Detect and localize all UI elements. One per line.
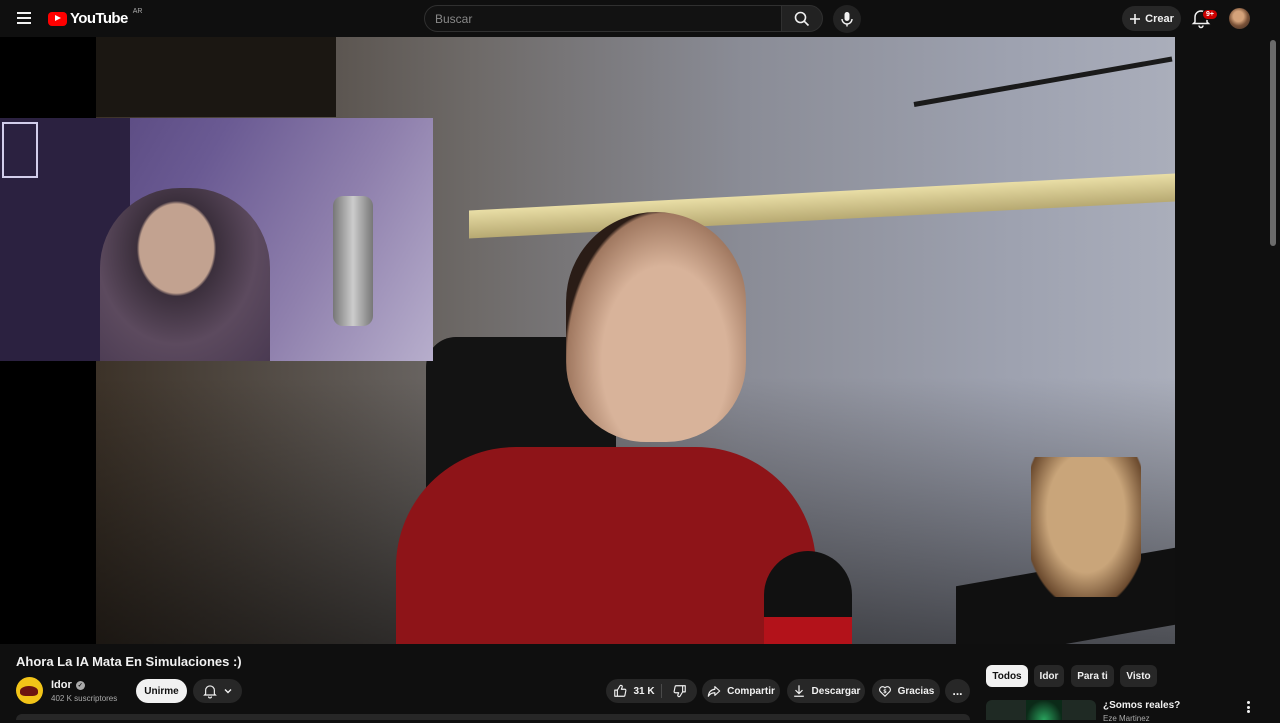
share-button[interactable]: Compartir — [702, 679, 780, 703]
video-person — [566, 212, 746, 442]
video-background-detail — [96, 37, 336, 117]
youtube-logo[interactable]: YouTube AR — [48, 8, 143, 27]
like-button[interactable]: 31 K — [606, 679, 662, 703]
download-icon — [793, 685, 804, 697]
plus-icon — [1130, 13, 1141, 24]
more-vert-icon[interactable] — [1242, 700, 1254, 714]
mic-icon — [841, 12, 853, 27]
video-background-detail — [764, 617, 852, 644]
notifications-badge: 9+ — [1202, 9, 1218, 20]
facecam-overlay — [0, 118, 433, 361]
thanks-button[interactable]: $ Gracias — [872, 679, 940, 703]
chip-idor[interactable]: Idor — [1034, 665, 1064, 687]
more-actions-button[interactable]: ... — [945, 679, 970, 703]
join-button[interactable]: Unirme — [136, 679, 187, 703]
video-background-detail — [1031, 457, 1141, 597]
facecam-detail — [333, 196, 373, 326]
page-scrollbar[interactable] — [1270, 40, 1276, 246]
subscriber-count: 402 K suscriptores — [51, 694, 118, 703]
search-input[interactable] — [424, 5, 782, 32]
chevron-down-icon — [224, 689, 232, 694]
download-button[interactable]: Descargar — [787, 679, 865, 703]
voice-search-button[interactable] — [833, 5, 861, 33]
top-bar: YouTube AR Crear 9+ — [0, 0, 1280, 37]
search-button[interactable] — [781, 5, 823, 32]
channel-avatar[interactable] — [16, 677, 43, 704]
chip-para-ti[interactable]: Para ti — [1071, 665, 1114, 687]
like-count: 31 K — [633, 685, 655, 697]
thanks-icon: $ — [878, 686, 891, 697]
dislike-button[interactable] — [662, 679, 697, 703]
create-label: Crear — [1145, 12, 1174, 25]
chip-visto[interactable]: Visto — [1120, 665, 1157, 687]
recommendation-title[interactable]: ¿Somos reales? — [1103, 700, 1180, 711]
subscription-notifications-button[interactable] — [193, 679, 242, 703]
youtube-logo-icon — [48, 11, 67, 26]
menu-icon[interactable] — [12, 6, 36, 30]
verified-icon: ✓ — [75, 680, 85, 690]
channel-name: Idor — [51, 679, 72, 691]
share-label: Compartir — [727, 685, 775, 697]
more-horiz-icon: ... — [952, 684, 963, 698]
description-box[interactable] — [16, 714, 970, 720]
recommendation-thumbnail[interactable] — [986, 700, 1096, 720]
download-label: Descargar — [811, 685, 861, 697]
logo-text: YouTube — [70, 10, 128, 27]
thumbs-down-icon — [673, 685, 686, 698]
facecam-person — [100, 188, 270, 361]
account-avatar[interactable] — [1229, 8, 1250, 29]
video-person — [396, 447, 816, 644]
video-background-detail — [469, 173, 1175, 239]
create-button[interactable]: Crear — [1122, 6, 1181, 31]
bell-icon — [203, 685, 217, 699]
channel-name-link[interactable]: Idor ✓ — [51, 679, 85, 691]
search-icon — [794, 11, 810, 26]
video-title: Ahora La IA Mata En Simulaciones :) — [16, 654, 242, 669]
thumbs-up-icon — [614, 684, 627, 697]
recommendation-channel[interactable]: Eze Martinez — [1103, 714, 1150, 723]
chip-todos[interactable]: Todos — [986, 665, 1028, 687]
country-code: AR — [132, 8, 143, 15]
thanks-label: Gracias — [897, 685, 935, 697]
share-icon — [707, 686, 721, 697]
video-background-detail — [913, 56, 1173, 107]
video-player[interactable] — [0, 37, 1175, 644]
svg-text:$: $ — [883, 689, 887, 695]
facecam-detail — [2, 122, 38, 178]
